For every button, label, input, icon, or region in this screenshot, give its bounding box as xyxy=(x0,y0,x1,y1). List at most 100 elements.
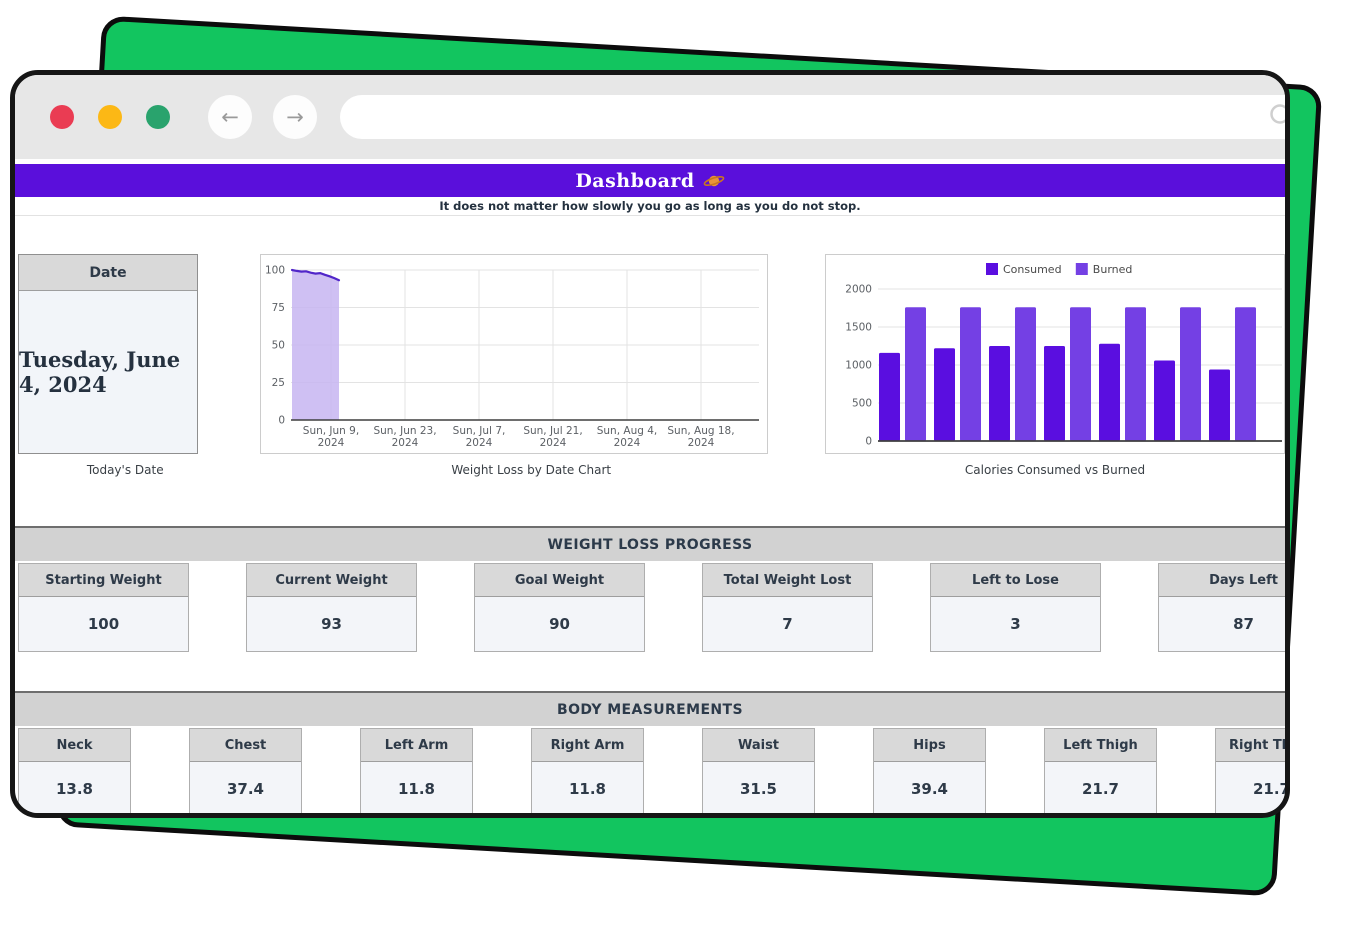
stat-card-days-left: Days Left87 xyxy=(1158,563,1290,652)
weight-loss-chart-card: 0255075100Sun, Jun 9,2024Sun, Jun 23,202… xyxy=(260,254,768,454)
stat-card-left-arm: Left Arm11.8 xyxy=(360,728,473,817)
calories-bar-chart: 0500100015002000ConsumedBurned xyxy=(826,255,1284,453)
stat-label: Goal Weight xyxy=(475,564,644,597)
stat-label: Current Weight xyxy=(247,564,416,597)
stat-card-goal-weight: Goal Weight90 xyxy=(474,563,645,652)
svg-text:50: 50 xyxy=(272,340,285,352)
stat-value: 11.8 xyxy=(532,762,643,816)
svg-text:2000: 2000 xyxy=(845,284,872,296)
stat-card-waist: Waist31.5 xyxy=(702,728,815,817)
browser-toolbar: ← → xyxy=(15,75,1285,159)
svg-text:2024: 2024 xyxy=(540,437,567,449)
minimize-window-button[interactable] xyxy=(98,105,122,129)
forward-arrow-icon: → xyxy=(286,105,304,129)
top-cards-row: Date Tuesday, June 4, 2024 0255075100Sun… xyxy=(15,254,1285,454)
stat-card-total-weight-lost: Total Weight Lost7 xyxy=(702,563,873,652)
bar-burned-0 xyxy=(905,307,926,441)
grid xyxy=(291,270,759,420)
bar-burned-2 xyxy=(1015,307,1036,441)
svg-text:Sun, Jun 9,: Sun, Jun 9, xyxy=(303,425,359,437)
stat-value: 3 xyxy=(931,597,1100,651)
browser-window: ← → Dashboard It does not matter how slo… xyxy=(10,70,1290,818)
calories-chart-caption: Calories Consumed vs Burned xyxy=(825,463,1285,477)
back-arrow-icon: ← xyxy=(221,105,239,129)
legend-label-burned: Burned xyxy=(1093,263,1133,276)
stat-label: Left Thigh xyxy=(1045,729,1156,762)
bar-consumed-1 xyxy=(934,348,955,441)
stat-label: Hips xyxy=(874,729,985,762)
svg-text:1000: 1000 xyxy=(845,360,872,372)
forward-button[interactable]: → xyxy=(273,95,317,139)
stat-label: Left to Lose xyxy=(931,564,1100,597)
stat-value: 21.7 xyxy=(1045,762,1156,816)
page-title: Dashboard xyxy=(575,170,694,192)
bar-consumed-6 xyxy=(1209,370,1230,441)
stat-label: Left Arm xyxy=(361,729,472,762)
stage: ← → Dashboard It does not matter how slo… xyxy=(0,0,1366,950)
weight-loss-area-chart: 0255075100Sun, Jun 9,2024Sun, Jun 23,202… xyxy=(261,255,767,453)
stat-card-neck: Neck13.8 xyxy=(18,728,131,817)
stat-label: Days Left xyxy=(1159,564,1290,597)
current-date-value: Tuesday, June 4, 2024 xyxy=(19,347,197,397)
search-icon xyxy=(1268,102,1290,128)
dashboard-content: Date Tuesday, June 4, 2024 0255075100Sun… xyxy=(15,254,1285,817)
stat-value: 37.4 xyxy=(190,762,301,816)
stat-value: 7 xyxy=(703,597,872,651)
axis-tick-labels: 0500100015002000 xyxy=(845,284,872,448)
date-card-header: Date xyxy=(19,255,197,291)
svg-text:0: 0 xyxy=(865,436,872,448)
stat-card-current-weight: Current Weight93 xyxy=(246,563,417,652)
legend: Consumed Burned xyxy=(986,263,1132,276)
bar-burned-5 xyxy=(1180,307,1201,441)
svg-text:100: 100 xyxy=(265,265,285,277)
stat-value: 21.7 xyxy=(1216,762,1290,816)
planet-icon xyxy=(703,173,725,189)
bar-burned-6 xyxy=(1235,307,1256,441)
date-card-body: Tuesday, June 4, 2024 xyxy=(19,291,197,453)
calories-chart-card: 0500100015002000ConsumedBurned xyxy=(825,254,1285,454)
date-card-caption: Today's Date xyxy=(18,463,232,477)
stat-label: Right Thigh xyxy=(1216,729,1290,762)
legend-swatch-burned xyxy=(1076,263,1088,275)
svg-text:Sun, Aug 18,: Sun, Aug 18, xyxy=(667,425,734,437)
svg-text:2024: 2024 xyxy=(392,437,419,449)
stat-label: Waist xyxy=(703,729,814,762)
stat-label: Starting Weight xyxy=(19,564,188,597)
bar-burned-1 xyxy=(960,307,981,441)
maximize-window-button[interactable] xyxy=(146,105,170,129)
stats-row: Starting Weight100 Current Weight93 Goal W… xyxy=(15,563,1285,652)
stat-label: Chest xyxy=(190,729,301,762)
bar-burned-3 xyxy=(1070,307,1091,441)
close-window-button[interactable] xyxy=(50,105,74,129)
stat-value: 39.4 xyxy=(874,762,985,816)
svg-text:75: 75 xyxy=(272,302,285,314)
svg-text:2024: 2024 xyxy=(318,437,345,449)
svg-text:0: 0 xyxy=(278,415,285,427)
stat-value: 93 xyxy=(247,597,416,651)
svg-text:2024: 2024 xyxy=(614,437,641,449)
svg-text:Sun, Jul 21,: Sun, Jul 21, xyxy=(523,425,582,437)
url-bar[interactable] xyxy=(340,95,1290,139)
svg-text:2024: 2024 xyxy=(688,437,715,449)
legend-label-consumed: Consumed xyxy=(1003,263,1062,276)
stat-label: Neck xyxy=(19,729,130,762)
stat-value: 87 xyxy=(1159,597,1290,651)
stat-value: 11.8 xyxy=(361,762,472,816)
stat-value: 100 xyxy=(19,597,188,651)
motivational-quote: It does not matter how slowly you go as … xyxy=(15,197,1285,216)
bar-consumed-0 xyxy=(879,353,900,441)
area-series xyxy=(292,270,339,420)
bar-consumed-3 xyxy=(1044,346,1065,441)
section-title-weight-loss-progress: WEIGHT LOSS PROGRESS xyxy=(15,526,1285,561)
stats-row: Neck13.8Chest37.4Left Arm11.8Right Arm11… xyxy=(15,728,1285,817)
date-card: Date Tuesday, June 4, 2024 xyxy=(18,254,198,454)
stat-label: Right Arm xyxy=(532,729,643,762)
svg-text:2024: 2024 xyxy=(466,437,493,449)
stat-card-left-thigh: Left Thigh21.7 xyxy=(1044,728,1157,817)
stat-card-right-thigh: Right Thigh21.7 xyxy=(1215,728,1290,817)
chart-captions-row: Today's Date Weight Loss by Date Chart C… xyxy=(15,463,1285,477)
stat-card-chest: Chest37.4 xyxy=(189,728,302,817)
stat-value: 31.5 xyxy=(703,762,814,816)
bar-consumed-5 xyxy=(1154,360,1175,441)
back-button[interactable]: ← xyxy=(208,95,252,139)
